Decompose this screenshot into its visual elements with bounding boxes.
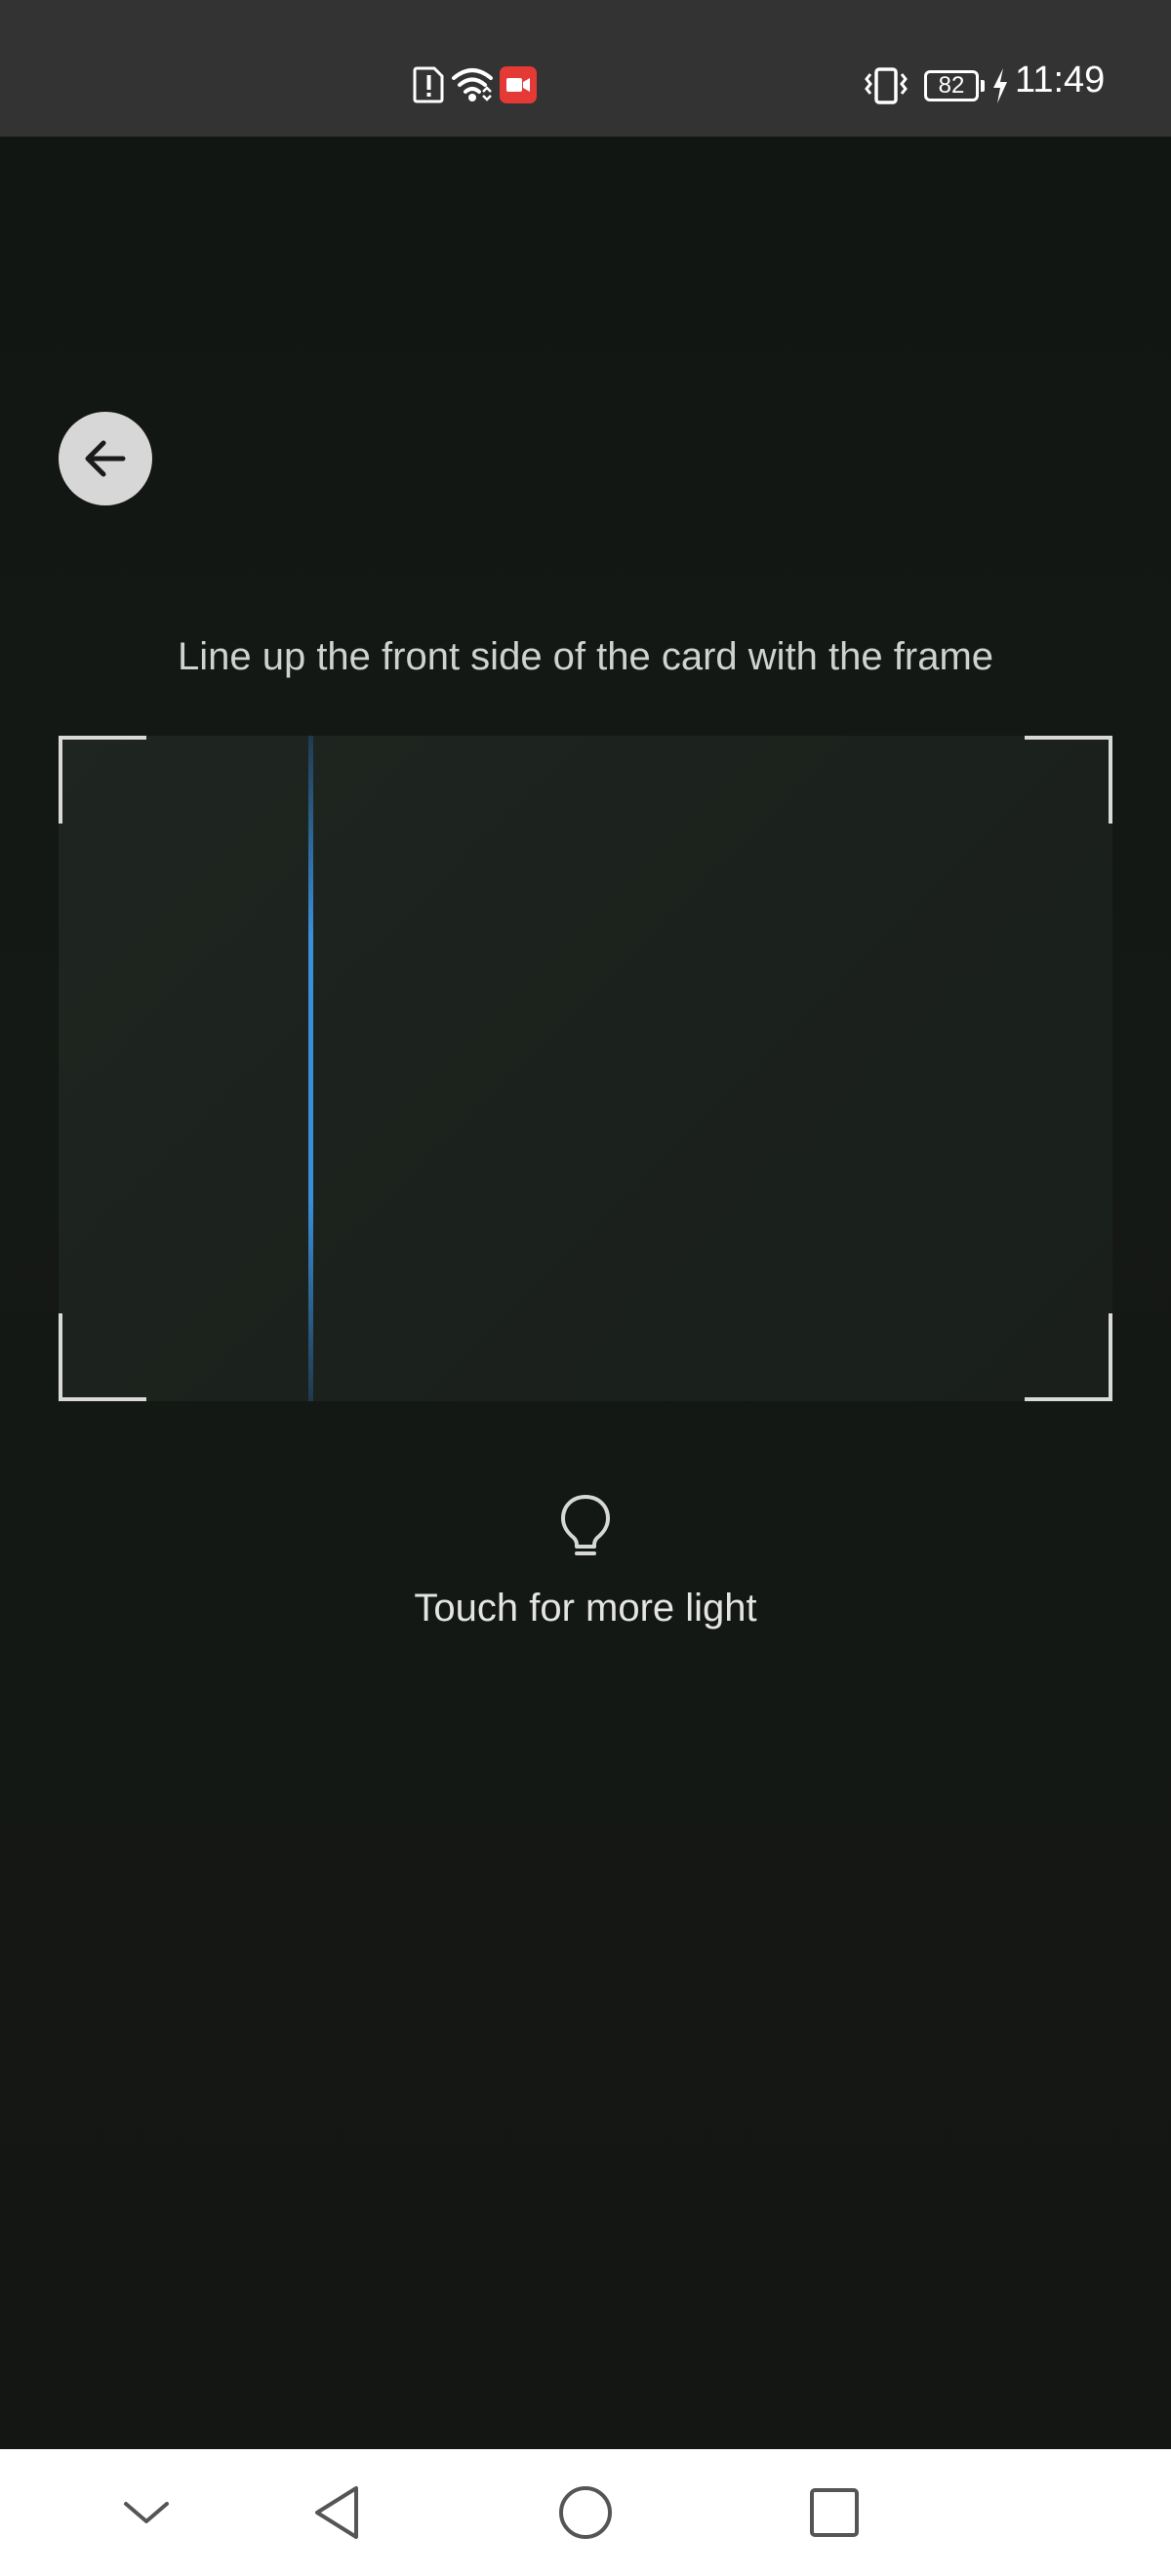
nav-home-button[interactable] — [527, 2449, 644, 2576]
wifi-icon — [451, 66, 494, 110]
torch-hint-label: Touch for more light — [414, 1587, 757, 1630]
hide-keyboard-button[interactable] — [88, 2449, 205, 2576]
card-frame — [59, 736, 1112, 1401]
back-button[interactable] — [59, 412, 152, 505]
recents-square-icon — [810, 2488, 859, 2537]
frame-corner-top-left — [59, 736, 146, 824]
scan-instruction: Line up the front side of the card with … — [177, 635, 994, 678]
frame-corner-bottom-left — [59, 1313, 146, 1401]
scan-line — [308, 736, 313, 1401]
nav-recents-button[interactable] — [776, 2449, 893, 2576]
battery-icon: 82 — [924, 70, 985, 101]
status-bar: 82 11:49 — [0, 0, 1171, 137]
frame-corner-bottom-right — [1025, 1313, 1112, 1401]
navigation-bar — [0, 2449, 1171, 2576]
screen-record-icon — [500, 66, 537, 108]
home-circle-icon — [559, 2486, 612, 2539]
clock-time: 11:49 — [1015, 60, 1106, 101]
alert-icon — [412, 66, 445, 108]
camera-preview: Line up the front side of the card with … — [0, 137, 1171, 2449]
charging-icon — [991, 68, 1009, 108]
torch-toggle[interactable]: Touch for more light — [332, 1483, 839, 1639]
nav-back-button[interactable] — [278, 2449, 395, 2576]
back-triangle-icon — [315, 2486, 358, 2539]
vibrate-icon — [863, 66, 909, 110]
lightbulb-icon — [559, 1493, 612, 1566]
frame-corner-top-right — [1025, 736, 1112, 824]
arrow-left-icon — [85, 440, 126, 477]
chevron-down-icon — [124, 2502, 169, 2523]
